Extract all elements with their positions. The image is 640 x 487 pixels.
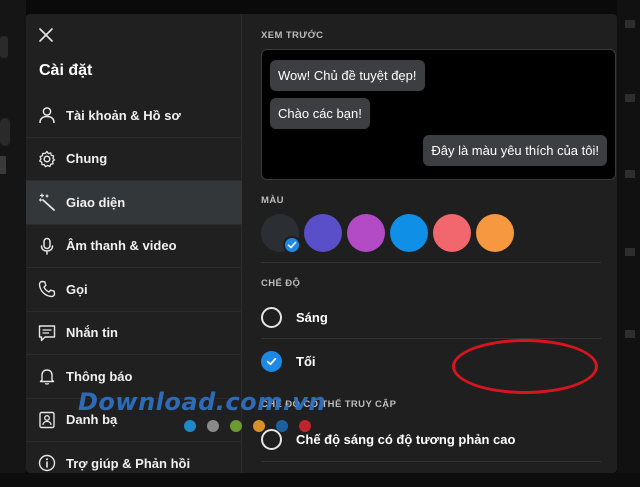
mode-option-light[interactable]: Sáng: [261, 307, 328, 328]
contacts-icon: [37, 410, 57, 430]
sidebar-item-label: Giao diện: [66, 194, 126, 210]
sidebar-item-appearance[interactable]: Giao diện: [26, 181, 242, 225]
background-element: [625, 170, 635, 178]
settings-sidebar: Cài đặt Tài khoản & Hồ sơ Chung Giao diệ…: [26, 14, 242, 473]
color-section-label: MÀU: [261, 195, 284, 206]
magic-wand-icon: [37, 192, 57, 212]
background-element: [0, 36, 8, 58]
sidebar-item-label: Thông báo: [66, 368, 133, 384]
color-swatch-coral[interactable]: [433, 214, 471, 252]
preview-section-label: XEM TRƯỚC: [261, 30, 324, 41]
color-swatch-blue[interactable]: [390, 214, 428, 252]
radio-button[interactable]: [261, 429, 282, 450]
radio-button[interactable]: [261, 307, 282, 328]
preview-message-outgoing: Đây là màu yêu thích của tôi!: [423, 135, 607, 166]
sidebar-item-help-feedback[interactable]: Trợ giúp & Phản hồi: [26, 442, 242, 473]
settings-title: Cài đặt: [39, 62, 93, 79]
background-app-right: [617, 0, 640, 487]
phone-icon: [37, 279, 57, 299]
sidebar-item-audio-video[interactable]: Âm thanh & video: [26, 225, 242, 268]
background-element: [625, 94, 635, 102]
sidebar-item-label: Nhắn tin: [66, 325, 118, 341]
settings-nav: Tài khoản & Hồ sơ Chung Giao diện Âm tha…: [26, 94, 242, 473]
sidebar-item-label: Chung: [66, 151, 108, 167]
background-app-left: [0, 0, 26, 487]
settings-dialog: Cài đặt Tài khoản & Hồ sơ Chung Giao diệ…: [26, 14, 617, 473]
sidebar-item-calling[interactable]: Gọi: [26, 268, 242, 312]
color-swatch-list: [261, 214, 519, 254]
appearance-panel: XEM TRƯỚC Wow! Chủ đề tuyệt đẹp! Chào cá…: [243, 14, 617, 473]
close-icon: [39, 28, 53, 42]
accessibility-section-label: CHẾ ĐỘ CÓ THỂ TRUY CẬP: [261, 399, 397, 410]
background-element: [0, 156, 6, 174]
background-element: [0, 118, 10, 146]
check-icon: [287, 241, 297, 249]
color-swatch-purple[interactable]: [304, 214, 342, 252]
mode-section-label: CHẾ ĐỘ: [261, 278, 301, 289]
color-swatch-magenta[interactable]: [347, 214, 385, 252]
check-icon: [266, 357, 277, 366]
background-element: [625, 20, 635, 28]
option-divider: [261, 338, 601, 339]
background-element: [625, 248, 635, 256]
mode-option-label: Sáng: [296, 310, 328, 325]
gear-icon: [37, 149, 57, 169]
background-app-bottom: [0, 473, 640, 487]
accessibility-option-label: Chế độ sáng có độ tương phản cao: [296, 432, 516, 447]
person-icon: [37, 105, 57, 125]
annotation-ellipse: [452, 339, 598, 394]
close-button[interactable]: [36, 26, 56, 46]
sidebar-item-label: Tài khoản & Hồ sơ: [66, 107, 181, 123]
sidebar-item-label: Trợ giúp & Phản hồi: [66, 455, 191, 471]
background-element: [625, 330, 635, 338]
sidebar-item-contacts[interactable]: Danh bạ: [26, 399, 242, 442]
sidebar-item-notifications[interactable]: Thông báo: [26, 355, 242, 399]
option-divider: [261, 461, 601, 462]
sidebar-item-label: Âm thanh & video: [66, 238, 177, 254]
color-swatch-orange[interactable]: [476, 214, 514, 252]
sidebar-item-label: Danh bạ: [66, 412, 118, 428]
preview-message-incoming: Wow! Chủ đề tuyệt đẹp!: [270, 60, 425, 91]
sidebar-item-account[interactable]: Tài khoản & Hồ sơ: [26, 94, 242, 138]
preview-message-incoming: Chào các bạn!: [270, 98, 370, 129]
radio-button[interactable]: [261, 351, 282, 372]
sidebar-item-messaging[interactable]: Nhắn tin: [26, 312, 242, 355]
selected-check-badge: [283, 236, 301, 254]
chat-icon: [37, 323, 57, 343]
color-swatch-default[interactable]: [261, 214, 301, 254]
mode-option-label: Tối: [296, 354, 316, 369]
info-icon: [37, 453, 57, 473]
theme-preview: Wow! Chủ đề tuyệt đẹp! Chào các bạn! Đây…: [261, 49, 616, 180]
section-divider: [261, 262, 601, 263]
accessibility-option-high-contrast-light[interactable]: Chế độ sáng có độ tương phản cao: [261, 429, 515, 450]
mode-option-dark[interactable]: Tối: [261, 351, 316, 372]
sidebar-item-label: Gọi: [66, 281, 88, 297]
sidebar-item-general[interactable]: Chung: [26, 138, 242, 181]
microphone-icon: [37, 236, 57, 256]
bell-icon: [37, 366, 57, 386]
